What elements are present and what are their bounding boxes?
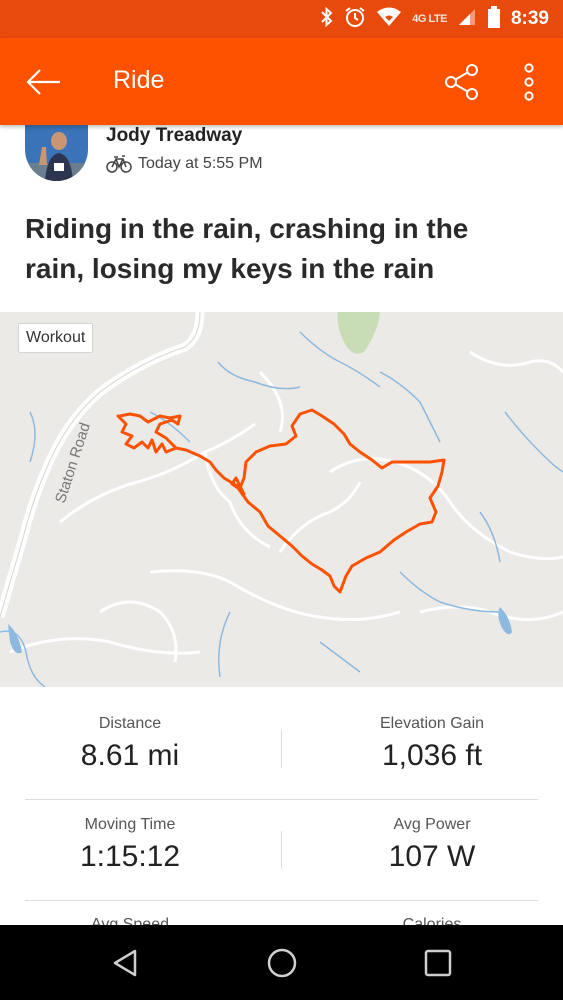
nav-back-icon: [113, 949, 137, 977]
more-vert-icon: [524, 63, 534, 101]
divider: [281, 831, 282, 869]
stat-calories: Calories: [312, 916, 552, 925]
bike-icon: [106, 155, 132, 173]
stat-label: Distance: [98, 715, 162, 732]
stat-value: 1,036 ft: [381, 739, 483, 772]
avatar[interactable]: [25, 125, 88, 181]
status-time: 8:39: [510, 8, 549, 29]
divider: [281, 730, 282, 768]
divider: [25, 799, 538, 800]
status-bar: 4G LTE 8:39: [0, 0, 563, 38]
divider: [25, 900, 538, 901]
back-button[interactable]: [24, 62, 64, 102]
alarm-icon: [344, 6, 366, 33]
map-graphic: [0, 312, 563, 687]
nav-recents-icon: [424, 949, 452, 977]
workout-badge: Workout: [18, 323, 94, 353]
activity-header: Jody Treadway Today at 5:55 PM Riding in…: [0, 125, 563, 310]
nav-recents-button[interactable]: [418, 943, 458, 983]
system-nav-bar: [0, 925, 563, 1000]
stat-elevation-gain: Elevation Gain 1,036 ft: [312, 715, 552, 773]
stat-label: Avg Power: [393, 816, 471, 833]
stat-distance: Distance 8.61 mi: [10, 715, 250, 773]
stat-value: 1:15:12: [79, 840, 181, 873]
nav-home-button[interactable]: [262, 943, 302, 983]
stat-value: 8.61 mi: [80, 739, 180, 772]
wifi-icon: [376, 7, 402, 32]
athlete-name[interactable]: Jody Treadway: [106, 125, 242, 147]
network-type-label: 4G LTE: [412, 13, 447, 25]
route-map[interactable]: Workout Staton Road: [0, 312, 563, 687]
nav-home-icon: [267, 948, 297, 978]
app-bar: Ride: [0, 38, 563, 125]
stat-moving-time: Moving Time 1:15:12: [10, 816, 250, 874]
stat-label: Elevation Gain: [379, 715, 485, 732]
battery-icon: [487, 5, 501, 33]
signal-icon: [457, 7, 477, 32]
stat-avg-speed: Avg Speed: [10, 916, 250, 925]
activity-title: Riding in the rain, crashing in the rain…: [25, 213, 469, 284]
page-title: Ride: [113, 66, 165, 94]
bluetooth-icon: [320, 6, 334, 33]
nav-back-button[interactable]: [105, 943, 145, 983]
stat-label: Avg Speed: [91, 916, 169, 925]
activity-timestamp: Today at 5:55 PM: [138, 155, 263, 172]
stats-panel: Distance 8.61 mi Elevation Gain 1,036 ft…: [0, 687, 563, 925]
stat-avg-power: Avg Power 107 W: [312, 816, 552, 874]
stat-value: 107 W: [388, 840, 476, 873]
stat-label: Moving Time: [84, 816, 176, 833]
stat-label: Calories: [402, 916, 462, 925]
arrow-back-icon: [26, 69, 60, 95]
share-button[interactable]: [442, 62, 482, 102]
share-icon: [445, 64, 478, 100]
more-options-button[interactable]: [516, 62, 542, 102]
activity-meta: Today at 5:55 PM: [106, 155, 263, 173]
